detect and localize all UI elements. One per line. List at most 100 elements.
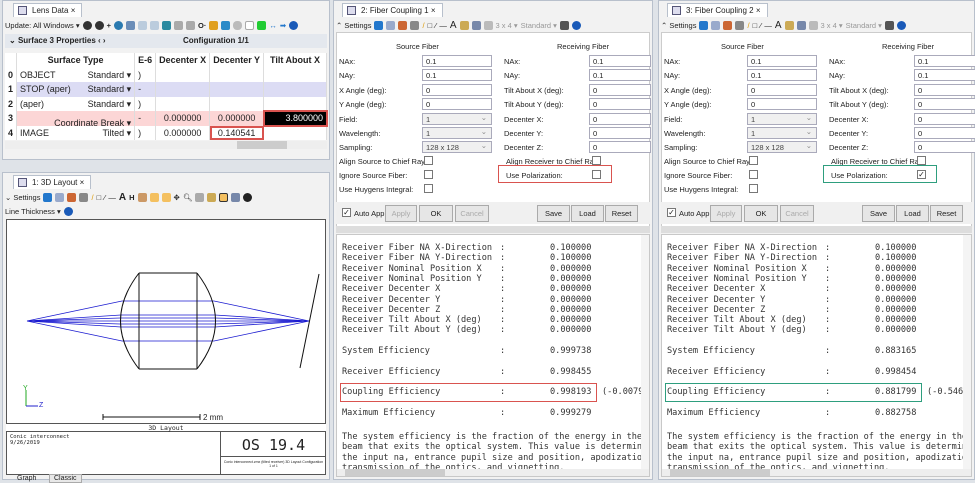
receiving-field-input[interactable]: 0 [914,127,975,139]
receiving-field-input[interactable]: 0 [589,84,651,96]
surface-type-dropdown[interactable]: Standard ▾ [88,70,132,81]
toggle-icon[interactable] [233,20,243,30]
decenter-x-cell[interactable] [155,67,211,82]
align-receiver-checkbox[interactable] [917,156,926,165]
tab-3d-layout[interactable]: 1: 3D Layout × [13,175,92,189]
save-icon[interactable] [723,20,733,30]
source-checkbox[interactable] [424,170,433,179]
swap-icon[interactable] [257,20,267,30]
pencil-icon[interactable] [209,20,219,30]
source-checkbox[interactable] [424,184,433,193]
refresh-all-icon[interactable] [94,20,104,30]
globe-icon[interactable] [114,20,124,30]
view-icon[interactable] [161,192,171,202]
text-icon[interactable]: A [775,20,782,31]
source-field-input[interactable]: 0.1 [747,69,817,81]
decenter-x-cell[interactable] [155,82,211,97]
source-field-input[interactable]: 0.1 [747,55,817,67]
receiving-field-input[interactable]: 0 [914,113,975,125]
tilt-about-x-cell[interactable]: 3.800000 [262,110,328,127]
window-icon[interactable] [231,192,241,202]
bottom-tab-graph[interactable]: Graph [17,475,36,482]
standard-dropdown[interactable]: Standard ▾ [521,21,557,30]
source-checkbox[interactable] [749,156,758,165]
settings-button[interactable]: ⌃ Settings [661,21,696,30]
arrow2-icon[interactable] [174,20,184,30]
decenter-x-cell[interactable]: 0.000000 [155,111,211,126]
e6-cell[interactable]: ) [134,125,157,140]
right-arrow-icon[interactable]: ➡ [280,21,286,30]
receiving-field-input[interactable]: 0 [589,141,651,153]
settings-scrollbar[interactable] [661,226,972,233]
tilt-about-x-cell[interactable] [263,125,327,140]
save-icon[interactable] [398,20,408,30]
load-button[interactable]: Load [571,205,604,222]
source-field-input[interactable]: 1 [422,127,492,139]
receiving-field-input[interactable]: 0.1 [589,69,651,81]
next-surface-button[interactable]: › [103,36,106,45]
apply-button[interactable]: Apply [710,205,742,222]
settings-scrollbar[interactable] [336,226,650,233]
clock-icon[interactable] [243,192,253,202]
pencil-icon[interactable]: / [747,21,749,30]
arrow-icon[interactable] [162,20,172,30]
copy-icon[interactable] [55,192,65,202]
table-row[interactable]: 3 Coordinate Break ▾ - 0.000000 0.000000… [5,110,328,128]
tab-fiber-coupling[interactable]: 2: Fiber Coupling 1 × [342,3,443,17]
ray-icon[interactable] [138,20,148,30]
table-row[interactable]: 0 OBJECT Standard ▾ ) [5,67,327,82]
col-surface-type[interactable]: Surface Type [16,53,136,68]
surface-type-cell[interactable]: STOP (aper) Standard ▾ [16,82,136,97]
tilt-about-x-cell[interactable] [263,82,327,97]
text-window-icon[interactable] [884,20,894,30]
rectangle-icon[interactable]: □ [97,193,102,202]
grid-dropdown[interactable]: 3 x 4 ▾ [496,21,518,30]
refresh-icon[interactable] [43,192,53,202]
text-horizontal-scrollbar[interactable] [337,469,649,476]
ok-button[interactable]: OK [419,205,453,222]
receiving-field-input[interactable]: 0.1 [914,69,975,81]
surface-type-dropdown[interactable]: Standard ▾ [88,84,132,95]
surface-type-dropdown[interactable]: Tilted ▾ [102,128,131,139]
decenter-x-cell[interactable] [155,96,211,111]
decenter-y-cell[interactable] [209,96,265,111]
help-icon[interactable] [63,206,73,216]
print-icon[interactable] [79,192,89,202]
tilt-about-x-cell[interactable] [263,96,327,111]
arrow3-icon[interactable] [186,20,196,30]
surface-type-cell[interactable]: Coordinate Break ▾ [16,111,136,128]
copy-icon[interactable] [711,20,721,30]
save-button[interactable]: Save [537,205,570,222]
reset-button[interactable]: Reset [605,205,638,222]
window-icon[interactable] [471,20,481,30]
grid-dropdown[interactable]: 3 x 4 ▾ [821,21,843,30]
vertical-scrollbar[interactable] [963,235,971,476]
ok-button[interactable]: OK [744,205,778,222]
circle-icon[interactable]: O· [198,21,206,30]
help-icon[interactable] [571,20,581,30]
e6-cell[interactable]: - [134,82,157,97]
settings-button[interactable]: ⌃ Settings [336,21,371,30]
source-checkbox[interactable] [424,156,433,165]
line-icon[interactable]: ⁄ [760,21,761,30]
properties-label[interactable]: 3 Properties [50,36,96,45]
standard-dropdown[interactable]: Standard ▾ [846,21,882,30]
lock-icon[interactable] [784,20,794,30]
table-row[interactable]: 1 STOP (aper) Standard ▾ - [5,82,327,97]
source-field-input[interactable]: 1 [422,113,492,125]
settings-button[interactable]: ⌄ Settings [5,193,40,202]
camera-icon[interactable] [808,20,818,30]
expand-icon[interactable]: ⌄ [9,36,16,45]
line-icon[interactable]: ⁄ [104,193,105,202]
source-field-input[interactable]: 1 [747,127,817,139]
dimension-icon[interactable]: H [129,193,134,202]
print-icon[interactable] [410,20,420,30]
rectangle-icon[interactable]: □ [753,21,758,30]
source-checkbox[interactable] [749,184,758,193]
update-dropdown[interactable]: Update: All Windows ▾ [5,21,80,30]
pencil-icon[interactable]: / [422,21,424,30]
e6-cell[interactable]: - [134,111,157,126]
surface-type-cell[interactable]: IMAGE Tilted ▾ [16,125,136,140]
tilt-about-x-cell[interactable] [263,67,327,82]
rotate-icon[interactable] [137,192,147,202]
